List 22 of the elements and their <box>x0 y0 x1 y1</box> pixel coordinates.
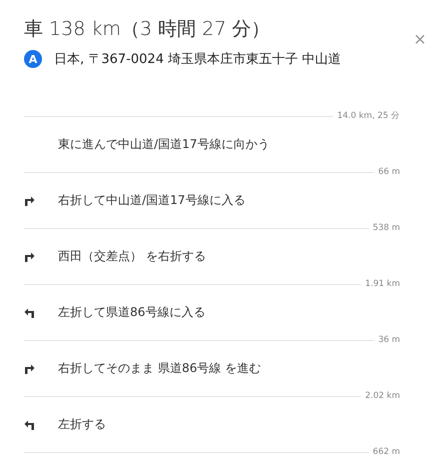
turn-right-icon <box>24 250 35 262</box>
close-button[interactable]: × <box>413 30 427 50</box>
step-distance: 36 m <box>378 335 400 345</box>
route-title: 車 138 km（3 時間 27 分） <box>24 17 270 42</box>
turn-right-icon <box>24 362 35 374</box>
turn-left-icon <box>24 306 35 318</box>
step-instruction: 左折する <box>58 416 106 432</box>
step-instruction: 東に進んで中山道/国道17号線に向かう <box>58 136 270 152</box>
step-instruction: 西田（交差点） を右折する <box>58 248 206 264</box>
step-distance: 662 m <box>372 447 400 457</box>
step-distance: 2.02 km <box>365 391 400 401</box>
step-distance: 66 m <box>378 167 400 177</box>
step-instruction: 右折してそのまま 県道86号線 を進む <box>58 360 261 376</box>
step-instruction: 右折して中山道/国道17号線に入る <box>58 192 246 208</box>
start-address: 日本, 〒367-0024 埼玉県本庄市東五十子 中山道 <box>54 51 342 68</box>
step-distance: 1.91 km <box>365 279 400 289</box>
step-instruction: 左折して県道86号線に入る <box>58 304 206 320</box>
step-distance: 538 m <box>372 223 400 233</box>
turn-left-icon <box>24 418 35 430</box>
leg-distance: 14.0 km, 25 分 <box>337 110 400 122</box>
turn-right-icon <box>24 194 35 206</box>
start-marker: A <box>24 50 42 68</box>
